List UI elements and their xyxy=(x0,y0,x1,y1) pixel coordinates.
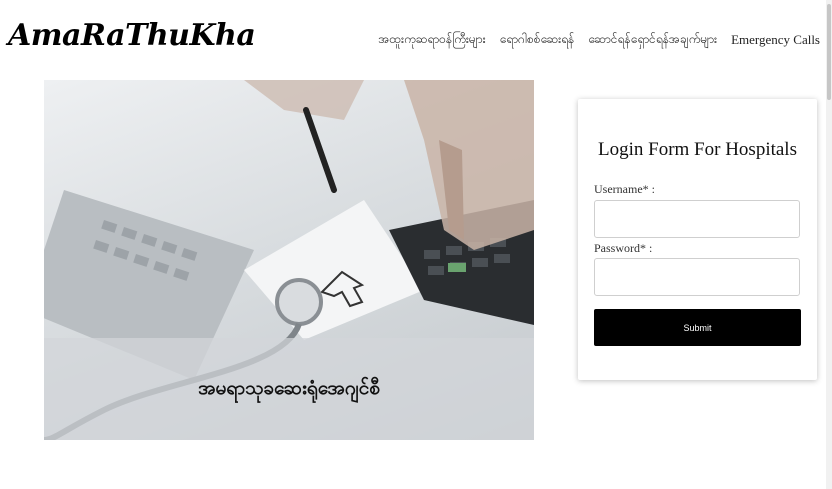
login-card: Login Form For Hospitals Username* : Pas… xyxy=(578,99,817,380)
hero-caption: အမရာသုခဆေးရုံအေဂျင်စီ xyxy=(198,377,380,399)
username-label: Username* : xyxy=(594,182,655,196)
password-label: Password* : xyxy=(594,241,653,255)
submit-button[interactable]: Submit xyxy=(594,309,801,346)
brand-logo[interactable]: AmaRaThuKha xyxy=(8,18,256,53)
page-scrollbar[interactable] xyxy=(826,0,832,489)
nav-item-emergency-calls[interactable]: Emergency Calls xyxy=(731,32,820,48)
nav-item-diagnosis[interactable]: ရောဂါစစ်ဆေးရန် xyxy=(500,31,575,49)
nav-item-specialists[interactable]: အထူးကုဆရာဝန်ကြီးများ xyxy=(378,31,485,49)
nav-item-dos-donts[interactable]: ဆောင်ရန်ရှောင်ရန်အချက်များ xyxy=(588,31,717,49)
main-nav: အထူးကုဆရာဝန်ကြီးများ ရောဂါစစ်ဆေးရန် ဆောင… xyxy=(378,31,820,49)
password-input[interactable] xyxy=(594,258,800,296)
scrollbar-thumb[interactable] xyxy=(827,4,831,100)
hero-image: အမရာသုခဆေးရုံအေဂျင်စီ xyxy=(44,80,534,440)
username-input[interactable] xyxy=(594,200,800,238)
login-title: Login Form For Hospitals xyxy=(598,139,797,160)
